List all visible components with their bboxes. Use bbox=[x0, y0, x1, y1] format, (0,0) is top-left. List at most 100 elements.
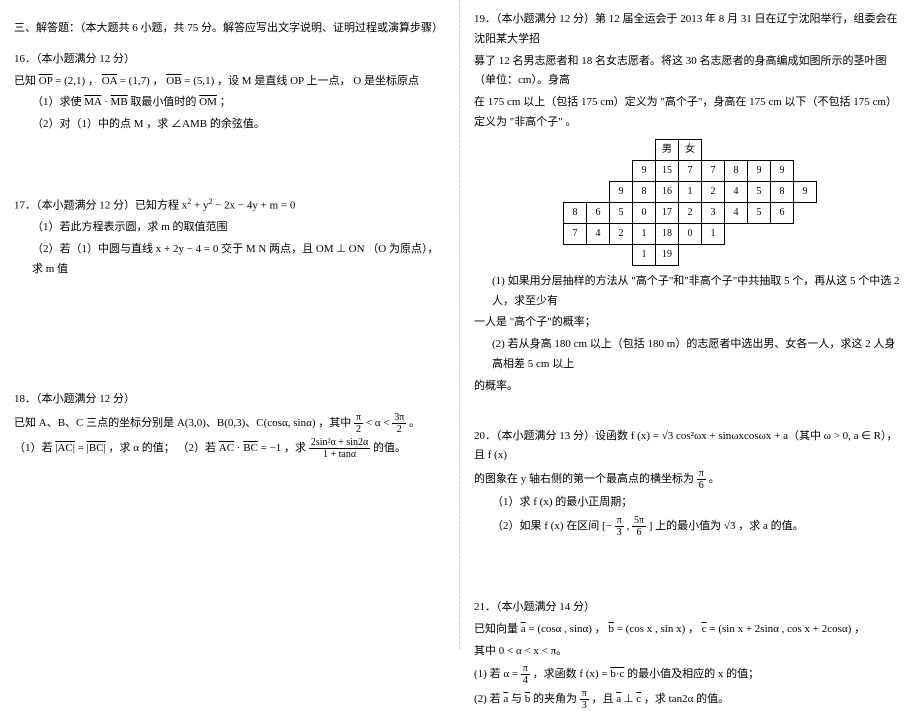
text: < α < bbox=[366, 417, 392, 429]
text: = (cos x , sin x) ， bbox=[617, 623, 702, 635]
text: 已知 A、B、C 三点的坐标分别是 A(3,0)、B(0,3)、C(cosα, … bbox=[14, 417, 354, 429]
q16-head: 16．（本小题满分 12 分） bbox=[14, 50, 445, 70]
q20-l1: 的图象在 y 轴右侧的第一个最高点的横坐标为 π6 。 bbox=[474, 468, 906, 491]
q20-part1: （1）求 f (x) 的最小正周期； bbox=[474, 493, 906, 513]
frac-5pi6: 5π6 bbox=[632, 515, 646, 538]
text: 与 bbox=[511, 693, 525, 705]
q19-p2b: 的概率。 bbox=[474, 377, 906, 397]
q16-part2: （2）对（1）中的点 M ，求 ∠AMB 的余弦值。 bbox=[14, 115, 445, 135]
text: 已知 bbox=[14, 75, 39, 87]
text: （1）求使 bbox=[32, 96, 84, 108]
vec-om: OM bbox=[199, 96, 217, 108]
vec-bc: |BC| bbox=[87, 442, 106, 454]
text: （2）如果 f (x) 在区间 bbox=[492, 520, 602, 532]
vec-b: b bbox=[608, 623, 614, 635]
stem-leaf-table: 男 女 91577899 9816124589 86501723456 7421… bbox=[563, 139, 817, 266]
text: − 2x − 4y + m = 0 bbox=[215, 200, 295, 212]
q18-line2: （1）若 |AC| = |BC| ，求 α 的值； （2）若 AC · BC =… bbox=[14, 437, 445, 460]
text: = (5,1) ，设 M 是直线 OP 上一点， O 是坐标原点 bbox=[184, 75, 419, 87]
q20-head: 20．（本小题满分 13 分）设函数 f (x) = √3 cos²ωx + s… bbox=[474, 427, 906, 467]
th-male: 男 bbox=[656, 139, 679, 160]
q19-l2: 募了 12 名男志愿者和 18 名女志愿者。将这 30 名志愿者的身高编成如图所… bbox=[474, 52, 906, 92]
q21-l1: 已知向量 a = (cosα , sinα) ， b = (cos x , si… bbox=[474, 620, 906, 640]
q21-l2: 其中 0 < α < x < π。 bbox=[474, 642, 906, 662]
q19-p2: (2) 若从身高 180 cm 以上（包括 180 m）的志愿者中选出男、女各一… bbox=[474, 335, 906, 375]
text: 17．（本小题满分 12 分）已知方程 x bbox=[14, 200, 187, 212]
frac-3pi2: 3π2 bbox=[392, 412, 406, 435]
vec-b2: b bbox=[525, 693, 531, 705]
text: = (2,1) ， bbox=[55, 75, 99, 87]
section-title: 三、解答题：（本大题共 6 小题，共 75 分。解答应写出文字说明、证明过程或演… bbox=[14, 19, 445, 39]
text: ； bbox=[220, 96, 231, 108]
vec-a2: a bbox=[503, 693, 508, 705]
text: + y bbox=[194, 200, 208, 212]
q19-p1: (1) 如果用分层抽样的方法从 "高个子"和"非高个子"中共抽取 5 个，再从这… bbox=[474, 272, 906, 312]
text: (2) 若 bbox=[474, 693, 503, 705]
text: 上的最小值为 √3 ，求 a 的值。 bbox=[655, 520, 803, 532]
q17-part1: （1）若此方程表示圆，求 m 的取值范围 bbox=[14, 218, 445, 238]
text: · bbox=[104, 96, 108, 108]
problem-18: 18．（本小题满分 12 分） 已知 A、B、C 三点的坐标分别是 A(3,0)… bbox=[14, 390, 445, 460]
text: 的最小值及相应的 x 的值； bbox=[627, 668, 759, 680]
text: ，且 bbox=[592, 693, 617, 705]
vec-a: a bbox=[521, 623, 526, 635]
problem-19: 19．（本小题满分 12 分）第 12 届全运会于 2013 年 8 月 31 … bbox=[474, 10, 906, 397]
left-column: 三、解答题：（本大题共 6 小题，共 75 分。解答应写出文字说明、证明过程或演… bbox=[0, 0, 460, 649]
vec-ob: OB bbox=[166, 75, 181, 87]
th-female: 女 bbox=[679, 139, 702, 160]
text: （1）若 bbox=[14, 442, 55, 454]
q20-part2: （2）如果 f (x) 在区间 [− π3 , 5π6 ] 上的最小值为 √3 … bbox=[474, 515, 906, 538]
text: ⊥ bbox=[624, 693, 636, 705]
text: [− bbox=[602, 520, 612, 532]
problem-16: 16．（本小题满分 12 分） 已知 OP = (2,1) ， OA = (1,… bbox=[14, 50, 445, 135]
q19-l1: 19．（本小题满分 12 分）第 12 届全运会于 2013 年 8 月 31 … bbox=[474, 10, 906, 50]
problem-20: 20．（本小题满分 13 分）设函数 f (x) = √3 cos²ωx + s… bbox=[474, 427, 906, 538]
vec-ac: |AC| bbox=[55, 442, 75, 454]
text: = (1,7) ， bbox=[120, 75, 164, 87]
frac-pi2: π2 bbox=[354, 412, 363, 435]
text: = (sin x + 2sinα , cos x + 2cosα) ， bbox=[709, 623, 865, 635]
frac-expr: 2sin²α + sin2α1 + tanα bbox=[309, 437, 370, 460]
vec-oa: OA bbox=[102, 75, 117, 87]
text: ] bbox=[649, 520, 653, 532]
text: ，求函数 f (x) = bbox=[533, 668, 611, 680]
q16-part1: （1）求使 MA · MB 取最小值时的 OM ； bbox=[14, 93, 445, 113]
vec-c: c bbox=[702, 623, 707, 635]
q19-p1b: 一人是 "高个子"的概率； bbox=[474, 313, 906, 333]
text: = −1 ，求 bbox=[261, 442, 309, 454]
text: · bbox=[237, 442, 241, 454]
text: 的图象在 y 轴右侧的第一个最高点的横坐标为 bbox=[474, 473, 697, 485]
text: 的夹角为 bbox=[533, 693, 580, 705]
text: ，求 α 的值； （2）若 bbox=[108, 442, 218, 454]
vec-a3: a bbox=[616, 693, 621, 705]
vec-ma: MA bbox=[84, 96, 101, 108]
vec-bc2: BC bbox=[243, 442, 258, 454]
vec-op: OP bbox=[39, 75, 53, 87]
q21-head: 21．（本小题满分 14 分） bbox=[474, 598, 906, 618]
text: = (cosα , sinα) ， bbox=[528, 623, 608, 635]
q17-head: 17．（本小题满分 12 分）已知方程 x2 + y2 − 2x − 4y + … bbox=[14, 195, 445, 216]
vec-ac2: AC bbox=[219, 442, 234, 454]
frac-pi3: π3 bbox=[615, 515, 624, 538]
text: ，求 tan2α 的值。 bbox=[644, 693, 729, 705]
right-column: 19．（本小题满分 12 分）第 12 届全运会于 2013 年 8 月 31 … bbox=[460, 0, 920, 649]
text: 取最小值时的 bbox=[130, 96, 199, 108]
frac-pi6: π6 bbox=[697, 468, 706, 491]
vec-mb: MB bbox=[111, 96, 128, 108]
text: 的值。 bbox=[373, 442, 406, 454]
text: 。 bbox=[709, 473, 720, 485]
q21-part1: (1) 若 α = π4 ，求函数 f (x) = b·c 的最小值及相应的 x… bbox=[474, 663, 906, 686]
q17-part2: （2）若（1）中圆与直线 x + 2y − 4 = 0 交于 M N 两点，且 … bbox=[14, 240, 445, 280]
frac-pi3b: π3 bbox=[580, 688, 589, 711]
problem-21: 21．（本小题满分 14 分） 已知向量 a = (cosα , sinα) ，… bbox=[474, 598, 906, 711]
text: 。 bbox=[409, 417, 420, 429]
text: = bbox=[78, 442, 87, 454]
vec-c2: c bbox=[636, 693, 641, 705]
q18-head: 18．（本小题满分 12 分） bbox=[14, 390, 445, 410]
q21-part2: (2) 若 a 与 b 的夹角为 π3 ，且 a ⊥ c ，求 tan2α 的值… bbox=[474, 688, 906, 711]
q19-l3: 在 175 cm 以上（包括 175 cm）定义为 "高个子"，身高在 175 … bbox=[474, 93, 906, 133]
text: (1) 若 α = bbox=[474, 668, 521, 680]
q16-line1: 已知 OP = (2,1) ， OA = (1,7) ， OB = (5,1) … bbox=[14, 72, 445, 92]
q18-line1: 已知 A、B、C 三点的坐标分别是 A(3,0)、B(0,3)、C(cosα, … bbox=[14, 412, 445, 435]
vec-bic: b·c bbox=[610, 668, 624, 680]
